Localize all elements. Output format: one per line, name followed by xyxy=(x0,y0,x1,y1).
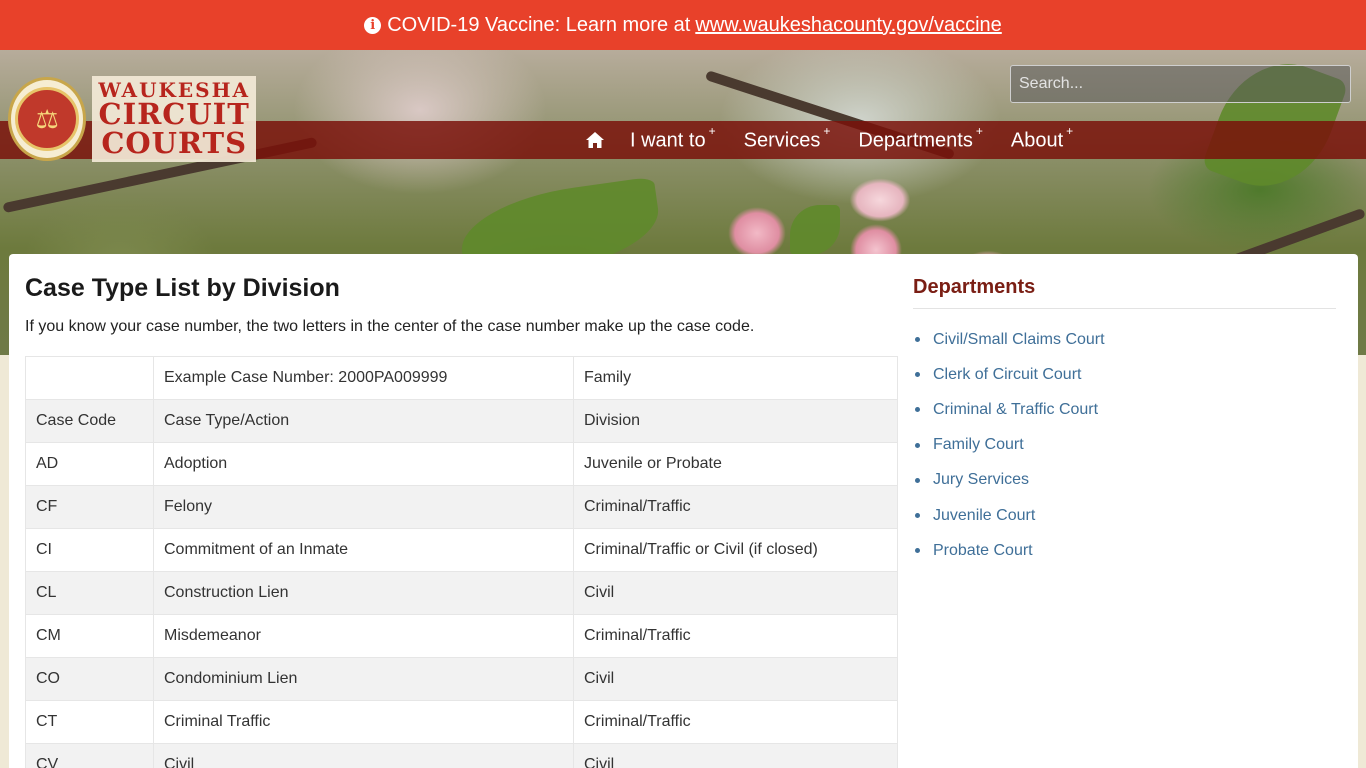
table-cell: Division xyxy=(573,399,898,443)
table-cell: CI xyxy=(25,528,154,572)
table-cell: Criminal Traffic xyxy=(153,700,574,744)
vaccine-link[interactable]: www.waukeshacounty.gov/vaccine xyxy=(695,14,1001,37)
table-row: CF Felony Criminal/Traffic xyxy=(25,485,898,529)
list-item: Family Court xyxy=(915,428,1105,463)
link-probate-court[interactable]: Probate Court xyxy=(933,542,1033,560)
info-icon: i xyxy=(364,16,382,34)
table-cell: Case Code xyxy=(25,399,154,443)
departments-list: Civil/Small Claims Court Clerk of Circui… xyxy=(915,322,1105,568)
list-item: Clerk of Circuit Court xyxy=(915,357,1105,392)
table-cell: Civil xyxy=(153,743,574,768)
table-cell: Misdemeanor xyxy=(153,614,574,658)
bullet-icon xyxy=(915,442,920,448)
table-row: Example Case Number: 2000PA009999 Family xyxy=(25,356,898,400)
nav-about[interactable]: About + xyxy=(1011,124,1073,153)
table-cell: Criminal/Traffic xyxy=(573,485,898,529)
list-item: Juvenile Court xyxy=(915,498,1105,533)
table-cell: Criminal/Traffic xyxy=(573,614,898,658)
list-item: Jury Services xyxy=(915,463,1105,498)
divider xyxy=(913,308,1336,309)
table-cell xyxy=(25,356,154,400)
link-juvenile-court[interactable]: Juvenile Court xyxy=(933,507,1035,525)
table-row: CT Criminal Traffic Criminal/Traffic xyxy=(25,700,898,744)
bullet-icon xyxy=(915,407,920,413)
leaf-decoration xyxy=(790,205,840,255)
bullet-icon xyxy=(915,372,920,378)
table-cell: CO xyxy=(25,657,154,701)
page-title: Case Type List by Division xyxy=(25,274,340,302)
list-item: Civil/Small Claims Court xyxy=(915,322,1105,357)
table-cell: Adoption xyxy=(153,442,574,486)
home-icon[interactable] xyxy=(580,121,610,159)
bullet-icon xyxy=(915,548,920,554)
logo-wordmark: WAUKESHA CIRCUIT COURTS xyxy=(92,76,256,162)
table-cell: CV xyxy=(25,743,154,768)
table-cell: CM xyxy=(25,614,154,658)
table-cell: Example Case Number: 2000PA009999 xyxy=(153,356,574,400)
table-cell: Condominium Lien xyxy=(153,657,574,701)
table-cell: Construction Lien xyxy=(153,571,574,615)
table-cell: Case Type/Action xyxy=(153,399,574,443)
covid-alert-bar: i COVID-19 Vaccine: Learn more at www.wa… xyxy=(0,0,1366,50)
table-cell: Family xyxy=(573,356,898,400)
link-clerk-of-circuit-court[interactable]: Clerk of Circuit Court xyxy=(933,366,1081,384)
link-jury-services[interactable]: Jury Services xyxy=(933,471,1029,489)
table-cell: Criminal/Traffic xyxy=(573,700,898,744)
nav-i-want-to[interactable]: I want to + xyxy=(630,124,716,153)
table-cell: Criminal/Traffic or Civil (if closed) xyxy=(573,528,898,572)
main-nav: I want to + Services + Departments + About + xyxy=(580,121,1101,159)
link-criminal-traffic[interactable]: Criminal & Traffic Court xyxy=(933,401,1098,419)
court-seal-icon: ⚖ xyxy=(8,77,87,161)
table-cell: Civil xyxy=(573,571,898,615)
table-row: CO Condominium Lien Civil xyxy=(25,657,898,701)
table-cell: AD xyxy=(25,442,154,486)
departments-heading: Departments xyxy=(913,276,1036,298)
link-civil-small-claims[interactable]: Civil/Small Claims Court xyxy=(933,331,1105,349)
nav-services[interactable]: Services + xyxy=(744,124,831,153)
list-item: Probate Court xyxy=(915,533,1105,568)
table-row: CV Civil Civil xyxy=(25,743,898,768)
nav-departments[interactable]: Departments + xyxy=(858,124,983,153)
alert-text: COVID-19 Vaccine: Learn more at xyxy=(387,13,691,36)
bullet-icon xyxy=(915,337,920,343)
bullet-icon xyxy=(915,477,920,483)
intro-text: If you know your case number, the two le… xyxy=(25,318,755,335)
table-cell: Juvenile or Probate xyxy=(573,442,898,486)
table-cell: CL xyxy=(25,571,154,615)
table-cell: Commitment of an Inmate xyxy=(153,528,574,572)
search-input[interactable] xyxy=(1010,65,1351,103)
case-type-table: Example Case Number: 2000PA009999 Family… xyxy=(25,356,898,768)
table-cell: CT xyxy=(25,700,154,744)
table-cell: Felony xyxy=(153,485,574,529)
table-row: CL Construction Lien Civil xyxy=(25,571,898,615)
table-header-row: Case Code Case Type/Action Division xyxy=(25,399,898,443)
table-cell: Civil xyxy=(573,657,898,701)
link-family-court[interactable]: Family Court xyxy=(933,436,1024,454)
table-row: AD Adoption Juvenile or Probate xyxy=(25,442,898,486)
table-row: CM Misdemeanor Criminal/Traffic xyxy=(25,614,898,658)
site-logo[interactable]: ⚖ WAUKESHA CIRCUIT COURTS xyxy=(8,76,256,162)
list-item: Criminal & Traffic Court xyxy=(915,392,1105,427)
table-row: CI Commitment of an Inmate Criminal/Traf… xyxy=(25,528,898,572)
table-cell: Civil xyxy=(573,743,898,768)
bullet-icon xyxy=(915,513,920,519)
table-cell: CF xyxy=(25,485,154,529)
